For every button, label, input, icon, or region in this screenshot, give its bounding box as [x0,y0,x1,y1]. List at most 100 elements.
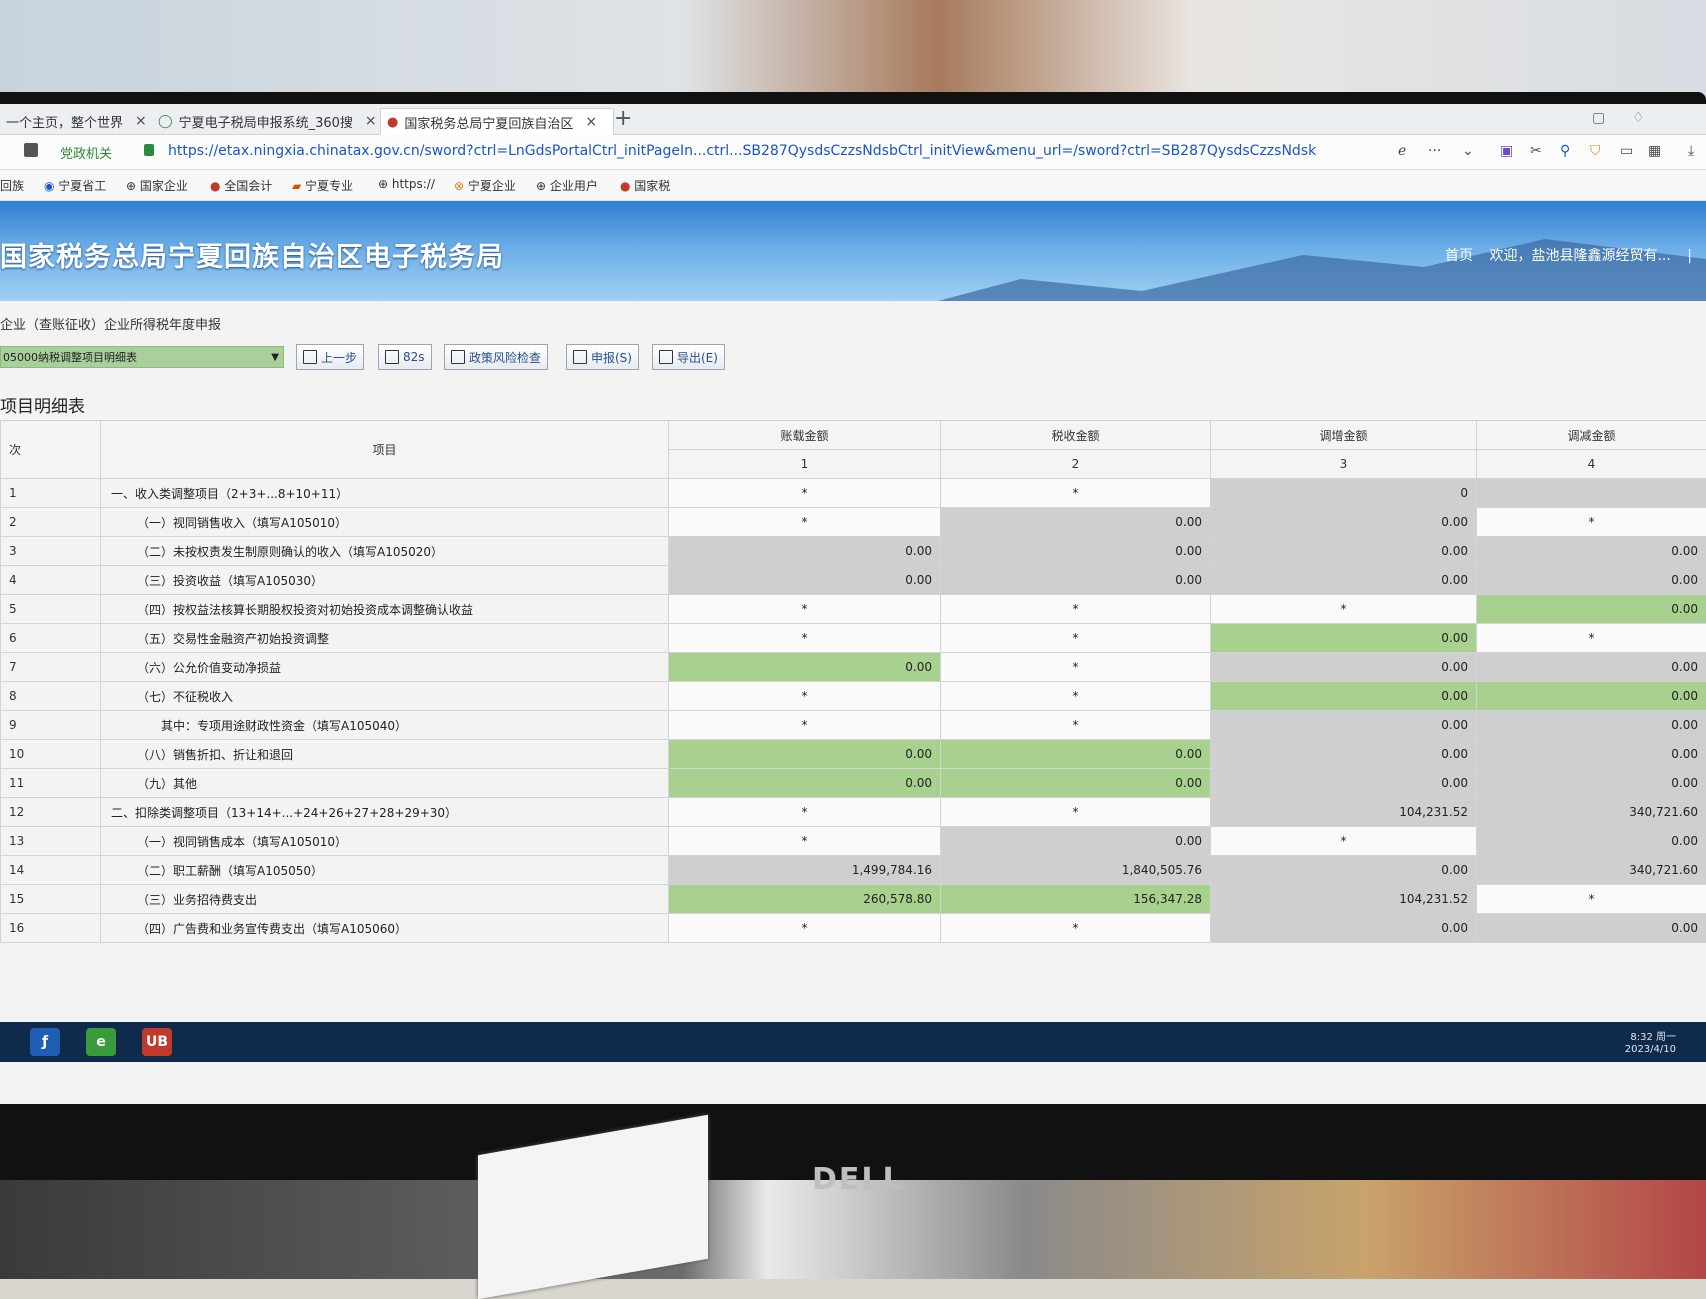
home-link[interactable]: 首页 [1445,248,1473,264]
table-row: 3（二）未按权责发生制原则确认的收入（填写A105020）0.000.000.0… [1,537,1706,566]
shield-icon[interactable]: ⛉ [1590,143,1601,159]
apps-grid-icon[interactable]: ▦ [1648,143,1661,159]
row-index: 9 [1,711,101,740]
sheet-title: 项目明细表 [0,392,85,417]
amount-cell[interactable]: 0.00 [669,769,941,798]
row-item-label: （三）投资收益（填写A105030） [101,566,669,595]
bookmark-item[interactable]: ⊗ 宁夏企业 [454,177,516,194]
amount-cell: * [1211,595,1477,624]
amount-cell: 0.00 [1477,711,1706,740]
bookmark-item[interactable]: ⊕ 企业用户 [536,177,598,194]
close-icon[interactable]: × [365,113,377,129]
bookmark-item[interactable]: ● 国家税 [620,177,670,194]
amount-cell[interactable]: 0.00 [1477,682,1706,711]
amount-cell: * [669,711,941,740]
header-num-3: 3 [1211,450,1477,479]
submit-button[interactable]: 申报(S) [566,344,639,370]
amount-cell: 0.00 [941,537,1211,566]
amount-cell: 0.00 [669,537,941,566]
bookmark-item[interactable]: ◉ 宁夏省工 [44,177,106,194]
search-icon[interactable]: ⚲ [1560,143,1570,159]
bookmark-item[interactable]: ▰ 宁夏专业 [292,177,353,194]
table-row: 8（七）不征税收入**0.000.00 [1,682,1706,711]
table-row: 9其中：专项用途财政性资金（填写A105040）**0.000.00 [1,711,1706,740]
amount-cell[interactable]: 0.00 [669,740,941,769]
row-item-label: （七）不征税收入 [101,682,669,711]
amount-cell[interactable]: 156,347.28 [941,885,1211,914]
url-input[interactable]: https://etax.ningxia.chinatax.gov.cn/swo… [168,143,1388,159]
amount-cell[interactable]: 0.00 [1477,595,1706,624]
site-icon: ⊗ [454,179,468,193]
bookmark-item[interactable]: ⊕ 国家企业 [126,177,188,194]
export-button[interactable]: 导出(E) [652,344,725,370]
chevron-down-icon[interactable]: ⌄ [1462,143,1474,159]
row-index: 1 [1,479,101,508]
ie-app-icon[interactable]: e [86,1028,116,1056]
bookmark-item[interactable]: ⊕ https:// [378,177,435,191]
bookmark-item[interactable]: 回族 [0,177,24,194]
amount-cell[interactable]: 0.00 [941,769,1211,798]
form-select[interactable]: 05000纳税调整项目明细表 ▼ [0,346,284,368]
restore-icon[interactable]: ▢ [1592,110,1605,126]
tab-home[interactable]: 一个主页，整个世界 × [0,108,152,134]
tab-etax[interactable]: ● 国家税务总局宁夏回族自治区 × [380,108,614,135]
edit-icon [303,350,317,364]
amount-cell: * [941,595,1211,624]
amount-cell: 0.00 [1477,653,1706,682]
table-row: 1一、收入类调整项目（2+3+...8+10+11）**0 [1,479,1706,508]
scissors-icon[interactable]: ✂ [1530,143,1542,159]
amount-cell: * [941,711,1211,740]
ub-app-icon[interactable]: UB [142,1028,172,1056]
row-index: 15 [1,885,101,914]
amount-cell[interactable]: 260,578.80 [669,885,941,914]
download-icon[interactable]: ⤓ [1688,143,1694,159]
save-icon [385,350,399,364]
row-item-label: （九）其他 [101,769,669,798]
system-tray-clock[interactable]: 8:32 周一 2023/4/10 [1625,1032,1676,1056]
amount-cell: 0.00 [1477,914,1706,943]
new-tab-button[interactable]: + [614,106,632,131]
table-row: 2（一）视同销售收入（填写A105010）*0.000.00* [1,508,1706,537]
nav-separator: | [1687,248,1692,264]
row-index: 5 [1,595,101,624]
row-item-label: （一）视同销售收入（填写A105010） [101,508,669,537]
tab-search[interactable]: ◯ 宁夏电子税局申报系统_360搜 × [152,108,384,134]
save-icon [573,350,587,364]
amount-cell: 0.00 [1211,508,1477,537]
briefcase-icon[interactable] [24,143,38,157]
bookmarks-bar: 回族 ◉ 宁夏省工 ⊕ 国家企业 ● 全国会计 ▰ 宁夏专业 ⊕ https:/… [0,170,1706,201]
risk-check-button[interactable]: 政策风险检查 [444,344,548,370]
prev-step-button[interactable]: 上一步 [296,344,364,370]
amount-cell: 0.00 [1211,711,1477,740]
welcome-user[interactable]: 欢迎，盐池县隆鑫源经贸有... [1489,248,1670,264]
bookmark-item[interactable]: ● 全国会计 [210,177,272,194]
shirt-icon[interactable]: ♢ [1632,110,1645,126]
row-item-label: 其中：专项用途财政性资金（填写A105040） [101,711,669,740]
amount-cell: * [669,595,941,624]
close-icon[interactable]: × [585,114,597,130]
export-label: 导出(E) [677,349,718,366]
tab-label: 宁夏电子税局申报系统_360搜 [179,112,353,131]
header-num-2: 2 [941,450,1211,479]
amount-cell[interactable]: 0.00 [1211,682,1477,711]
great-wall-graphic [900,231,1706,301]
extension-icon[interactable]: ▣ [1500,143,1513,159]
amount-cell: * [669,682,941,711]
close-icon[interactable]: × [135,113,147,129]
save-icon [451,350,465,364]
globe-icon: ⊕ [378,177,392,191]
amount-cell: 340,721.60 [1477,856,1706,885]
row-index: 16 [1,914,101,943]
emblem-icon: ● [387,115,398,130]
amount-cell[interactable]: 0.00 [941,740,1211,769]
amount-cell: * [941,798,1211,827]
row-item-label: （一）视同销售成本（填写A105010） [101,827,669,856]
amount-cell: 0.00 [1211,856,1477,885]
amount-cell[interactable]: 0.00 [1211,624,1477,653]
window-icon[interactable]: ▭ [1620,143,1633,159]
save-button[interactable]: 82s [378,344,432,370]
browser-app-icon[interactable]: ƒ [30,1028,60,1056]
ie-mode-icon[interactable]: ℯ [1398,143,1406,159]
amount-cell[interactable]: 0.00 [669,653,941,682]
more-icon[interactable]: ··· [1428,143,1441,159]
